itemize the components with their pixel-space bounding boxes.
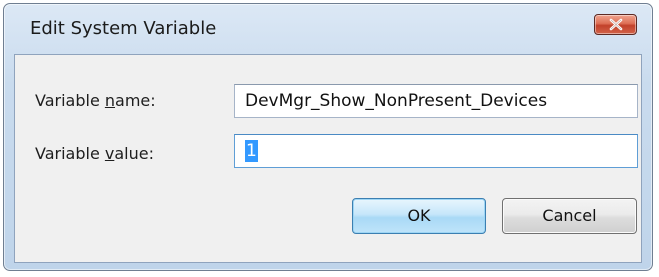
- access-key-n: n: [104, 91, 116, 110]
- cancel-button[interactable]: Cancel: [502, 198, 637, 234]
- variable-value-label: Variable value:: [35, 144, 154, 163]
- variable-value-selected-text: 1: [245, 140, 258, 162]
- variable-name-text: DevMgr_Show_NonPresent_Devices: [245, 91, 548, 111]
- close-x-icon: [609, 18, 623, 31]
- dialog-body: Variable name: DevMgr_Show_NonPresent_De…: [14, 54, 642, 263]
- dialog-title: Edit System Variable: [30, 18, 217, 39]
- ok-button[interactable]: OK: [352, 198, 486, 234]
- close-button[interactable]: [594, 14, 637, 35]
- title-bar[interactable]: Edit System Variable: [4, 4, 652, 54]
- variable-name-label: Variable name:: [35, 91, 156, 110]
- variable-name-input[interactable]: DevMgr_Show_NonPresent_Devices: [234, 84, 638, 118]
- access-key-v: v: [104, 144, 115, 163]
- edit-system-variable-dialog: Edit System Variable Variable name: DevM…: [3, 3, 653, 271]
- variable-value-input[interactable]: 1: [234, 134, 638, 168]
